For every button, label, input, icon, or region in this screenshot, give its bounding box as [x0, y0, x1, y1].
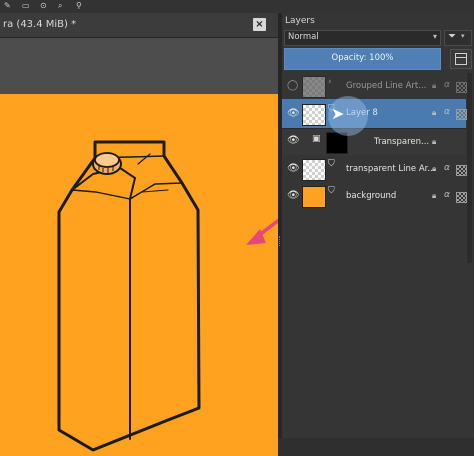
lock-icon[interactable]: 🔒︎ [432, 108, 436, 118]
lock-icon[interactable]: 🔒︎ [432, 191, 436, 201]
layer-name: Transparen... [374, 137, 430, 147]
document-tab[interactable]: ra (43.4 MiB) * × [0, 13, 274, 37]
layer-properties-button[interactable] [450, 49, 472, 69]
layers-scrollbar[interactable] [467, 73, 472, 263]
alpha-lock-icon[interactable]: α [444, 190, 450, 200]
layer-thumbnail [302, 186, 326, 208]
opacity-value: Opacity: 100% [331, 53, 394, 63]
properties-icon [455, 57, 467, 58]
inherit-alpha-icon[interactable] [456, 165, 467, 176]
chevron-down-icon: ▾ [461, 32, 465, 40]
alpha-lock-icon[interactable]: α [444, 107, 450, 117]
mouse-pointer-icon: ➤ [331, 104, 345, 123]
visibility-eye-icon[interactable]: 👁︎ [287, 108, 300, 119]
layer-row-transparency-mask[interactable]: 👁︎ ▣ Transparen... 🔒︎ [282, 129, 466, 155]
filter-button[interactable]: ⏷ ▾ [444, 30, 472, 46]
artboard[interactable] [0, 94, 278, 456]
layer-row-layer-8[interactable]: 👁︎ ⛉ Layer 8 🔒︎ α [282, 99, 467, 129]
layers-panel: Layers Normal ▾ ⏷ ▾ Opacity: 100% ◯ › Gr… [282, 13, 474, 438]
close-document-button[interactable]: × [253, 18, 266, 31]
rectangle-tool-icon[interactable]: ▭ [22, 1, 30, 10]
panel-title: Layers [285, 16, 315, 26]
layer-thumbnail [302, 76, 326, 98]
visibility-eye-icon[interactable]: 👁︎ [287, 163, 300, 174]
milk-carton-drawing [57, 140, 201, 452]
layer-row-grouped-line-art[interactable]: ◯ › Grouped Line Art... 🔒︎ α [282, 73, 467, 99]
inherit-alpha-icon[interactable] [456, 109, 467, 120]
alpha-lock-icon[interactable]: α [444, 163, 450, 173]
pan-tool-icon[interactable]: ⚲ [76, 1, 82, 10]
blend-mode-select[interactable]: Normal ▾ [284, 30, 441, 46]
filter-icon: ⏷ [448, 31, 456, 42]
carton-cap [92, 152, 122, 175]
document-title: ra (43.4 MiB) * [3, 19, 77, 30]
visibility-eye-icon[interactable]: 👁︎ [287, 190, 300, 201]
layer-name: Grouped Line Art... [346, 81, 427, 91]
visibility-eye-icon[interactable]: ◯ [287, 80, 298, 91]
layer-name: transparent Line Ar... [346, 164, 436, 174]
shield-icon: ⛉ [328, 159, 335, 169]
blend-mode-value: Normal [288, 32, 319, 42]
brush-tool-icon[interactable]: ✎ [4, 1, 11, 10]
opacity-slider[interactable]: Opacity: 100% [284, 48, 441, 70]
lock-icon[interactable]: 🔒︎ [432, 164, 436, 174]
lock-icon[interactable]: 🔒︎ [432, 137, 436, 147]
lock-icon[interactable]: 🔒︎ [432, 81, 436, 91]
group-expand-icon[interactable]: › [328, 77, 332, 87]
layer-thumbnail [302, 159, 326, 181]
canvas-area[interactable] [0, 38, 278, 456]
top-toolbar: ✎ ▭ ⊙ ⌕ ⚲ [0, 0, 474, 13]
chevron-down-icon: ▾ [432, 32, 437, 41]
layer-row-background[interactable]: 👁︎ ⛉ background 🔒︎ α [282, 183, 467, 209]
mask-icon: ▣ [312, 134, 321, 144]
inherit-alpha-icon[interactable] [456, 82, 467, 93]
inherit-alpha-icon[interactable] [456, 192, 467, 203]
visibility-eye-icon[interactable]: 👁︎ [287, 135, 300, 146]
ellipse-tool-icon[interactable]: ⊙ [40, 1, 47, 10]
zoom-tool-icon[interactable]: ⌕ [58, 1, 62, 11]
layer-name: background [346, 191, 397, 201]
document-tab-bar: ra (43.4 MiB) * × [0, 13, 281, 38]
properties-icon [455, 53, 467, 65]
shield-icon: ⛉ [328, 186, 335, 196]
alpha-lock-icon[interactable]: α [444, 80, 450, 90]
layer-row-transparent-line-art[interactable]: 👁︎ ⛉ transparent Line Ar... 🔒︎ α [282, 155, 467, 183]
layer-thumbnail [302, 104, 326, 126]
